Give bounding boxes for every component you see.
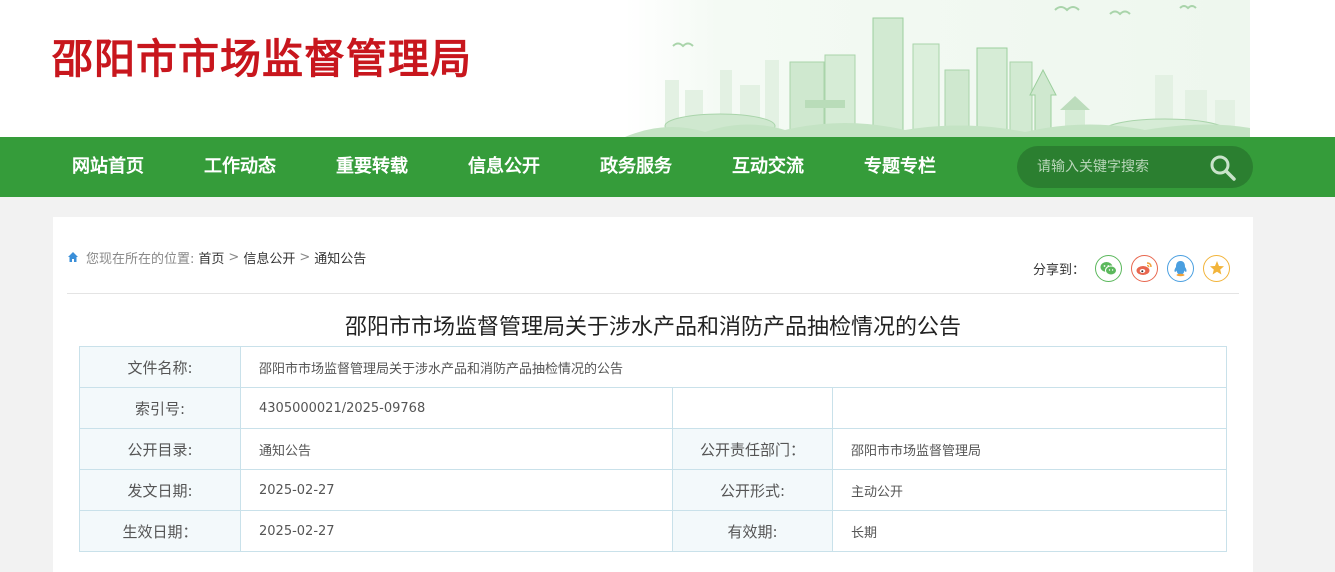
issue-date-value: 2025-02-27 bbox=[240, 469, 673, 511]
index-value: 4305000021/2025-09768 bbox=[240, 387, 673, 429]
empty-cell bbox=[832, 387, 1227, 429]
breadcrumb-home[interactable]: 首页 bbox=[198, 248, 224, 267]
issue-date-label: 发文日期: bbox=[79, 469, 241, 511]
content-card: 您现在所在的位置: 首页 > 信息公开 > 通知公告 分享到： 邵阳市市场监督管… bbox=[53, 217, 1253, 572]
department-label: 公开责任部门： bbox=[672, 428, 833, 470]
nav-item-gov-services[interactable]: 政务服务 bbox=[600, 137, 672, 197]
share-label: 分享到： bbox=[1033, 262, 1086, 278]
share-wechat-button[interactable] bbox=[1095, 254, 1123, 282]
effective-date-label: 生效日期： bbox=[79, 510, 241, 552]
weibo-icon bbox=[1136, 261, 1152, 275]
nav-item-interaction[interactable]: 互动交流 bbox=[732, 137, 804, 197]
catalog-value: 通知公告 bbox=[240, 428, 673, 470]
table-row: 发文日期: 2025-02-27 公开形式: 主动公开 bbox=[79, 469, 1227, 511]
site-header: 邵阳市市场监督管理局 bbox=[0, 0, 1335, 137]
index-label: 索引号: bbox=[79, 387, 241, 429]
table-row: 文件名称: 邵阳市市场监督管理局关于涉水产品和消防产品抽检情况的公告 bbox=[79, 346, 1227, 388]
breadcrumb-separator: > bbox=[228, 249, 240, 265]
article-title: 邵阳市市场监督管理局关于涉水产品和消防产品抽检情况的公告 bbox=[344, 315, 961, 340]
wechat-icon bbox=[1100, 261, 1118, 275]
city-skyline-illustration bbox=[625, 0, 1250, 137]
breadcrumb-prefix: 您现在所在的位置: bbox=[86, 251, 195, 267]
search-input[interactable] bbox=[1037, 146, 1207, 188]
validity-value: 长期 bbox=[832, 510, 1227, 552]
share-qzone-button[interactable] bbox=[1203, 254, 1231, 282]
qq-icon bbox=[1174, 260, 1187, 276]
nav-item-info-disclosure[interactable]: 信息公开 bbox=[468, 137, 540, 197]
nav-item-special-topics[interactable]: 专题专栏 bbox=[864, 137, 936, 197]
breadcrumb-notices[interactable]: 通知公告 bbox=[314, 248, 366, 267]
home-icon bbox=[68, 252, 78, 262]
main-nav: 网站首页 工作动态 重要转载 信息公开 政务服务 互动交流 专题专栏 bbox=[0, 137, 1335, 197]
share-weibo-button[interactable] bbox=[1131, 254, 1159, 282]
validity-label: 有效期: bbox=[672, 510, 833, 552]
search-icon[interactable] bbox=[1209, 154, 1237, 182]
breadcrumb: 您现在所在的位置: 首页 > 信息公开 > 通知公告 bbox=[67, 248, 366, 267]
table-row: 生效日期： 2025-02-27 有效期: 长期 bbox=[79, 510, 1227, 552]
qzone-star-icon bbox=[1209, 261, 1224, 275]
file-name-value: 邵阳市市场监督管理局关于涉水产品和消防产品抽检情况的公告 bbox=[240, 346, 1227, 388]
effective-date-value: 2025-02-27 bbox=[240, 510, 673, 552]
breadcrumb-separator: > bbox=[299, 249, 311, 265]
site-title[interactable]: 邵阳市市场监督管理局 bbox=[52, 34, 472, 84]
share-qq-button[interactable] bbox=[1167, 254, 1195, 282]
disclosure-form-value: 主动公开 bbox=[832, 469, 1227, 511]
table-row: 索引号: 4305000021/2025-09768 bbox=[79, 387, 1227, 429]
nav-item-home[interactable]: 网站首页 bbox=[72, 137, 144, 197]
breadcrumb-info-disclosure[interactable]: 信息公开 bbox=[243, 248, 295, 267]
department-value: 邵阳市市场监督管理局 bbox=[832, 428, 1227, 470]
info-table: 文件名称: 邵阳市市场监督管理局关于涉水产品和消防产品抽检情况的公告 索引号: … bbox=[79, 346, 1227, 552]
disclosure-form-label: 公开形式: bbox=[672, 469, 833, 511]
file-name-label: 文件名称: bbox=[79, 346, 241, 388]
nav-item-work-news[interactable]: 工作动态 bbox=[204, 137, 276, 197]
search-box bbox=[1017, 146, 1253, 188]
catalog-label: 公开目录: bbox=[79, 428, 241, 470]
divider bbox=[67, 293, 1239, 294]
table-row: 公开目录: 通知公告 公开责任部门： 邵阳市市场监督管理局 bbox=[79, 428, 1227, 470]
empty-cell bbox=[672, 387, 833, 429]
nav-item-reposts[interactable]: 重要转载 bbox=[336, 137, 408, 197]
share-bar: 分享到： bbox=[1033, 254, 1239, 282]
